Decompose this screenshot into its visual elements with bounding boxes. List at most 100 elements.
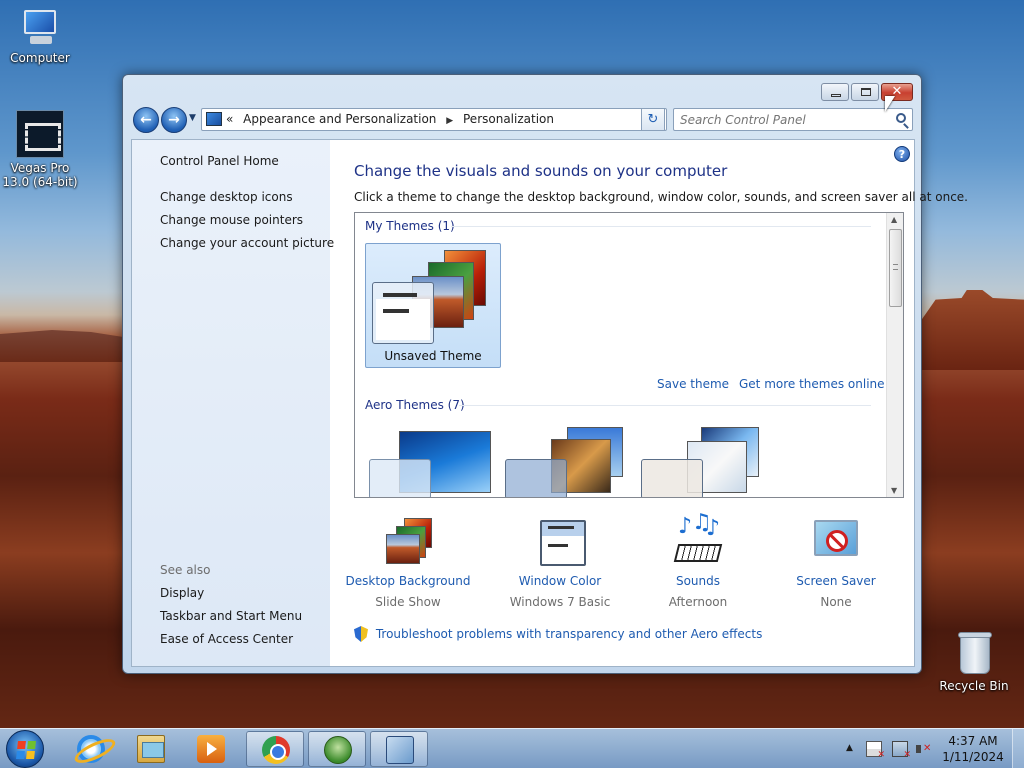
network-icon[interactable] [892, 741, 911, 760]
taskbar-control-panel[interactable] [370, 731, 428, 767]
desktop-icon-vegas-pro[interactable]: Vegas Pro 13.0 (64-bit) [0, 110, 80, 189]
search-input[interactable] [680, 110, 890, 130]
recent-pages-dropdown[interactable]: ▼ [189, 113, 196, 123]
sidebar-change-mouse-pointers[interactable]: Change mouse pointers [160, 213, 303, 227]
breadcrumb-separator-icon[interactable]: ▶ [446, 116, 453, 126]
content-area: Control Panel Home Change desktop icons … [131, 139, 968, 667]
refresh-button[interactable]: ↻ [641, 108, 665, 131]
windows-orb-icon [324, 736, 352, 764]
film-strip-icon [16, 110, 64, 158]
option-label[interactable]: Sounds [628, 574, 768, 588]
folder-icon [137, 735, 165, 763]
navigation-bar: ← → ▼ « Appearance and Personalization ▶… [131, 107, 915, 133]
desktop-icon-recycle-bin[interactable]: Recycle Bin [934, 630, 1014, 693]
window-color-icon [534, 516, 586, 568]
troubleshoot-label[interactable]: Troubleshoot problems with transparency … [376, 627, 763, 641]
themes-list: My Themes (1) Unsaved Theme Save theme G… [354, 212, 904, 498]
clock-time: 4:37 AM [948, 734, 998, 748]
back-button[interactable]: ← [133, 107, 159, 133]
main-panel: ? Change the visuals and sounds on your … [330, 140, 968, 666]
desktop-wallpaper-mesa-left [0, 330, 130, 362]
recycle-bin-icon [956, 630, 992, 676]
sidebar-change-desktop-icons[interactable]: Change desktop icons [160, 190, 293, 204]
get-more-themes-link[interactable]: Get more themes online [739, 377, 885, 391]
option-value: Slide Show [375, 595, 441, 609]
taskbar-windows-explorer[interactable] [122, 731, 180, 767]
option-value: None [820, 595, 852, 609]
scroll-up-icon[interactable]: ▲ [891, 215, 897, 224]
desktop-background-icon [382, 516, 434, 568]
taskbar-chrome[interactable] [246, 731, 304, 767]
troubleshoot-link[interactable]: Troubleshoot problems with transparency … [354, 626, 762, 642]
sounds-icon: ♪ ♫ ♪ [672, 512, 724, 568]
clock-date: 1/11/2024 [942, 750, 1004, 764]
control-panel-icon [386, 736, 414, 764]
desktop-icon-computer[interactable]: Computer [0, 8, 80, 65]
maximize-button[interactable] [851, 83, 879, 101]
breadcrumb-personalization[interactable]: Personalization [463, 112, 554, 126]
action-center-icon[interactable] [866, 741, 885, 760]
control-panel-icon [206, 112, 222, 126]
screen-saver-icon [810, 516, 862, 568]
show-hidden-icons-icon[interactable]: ▲ [846, 743, 853, 753]
address-bar[interactable]: « Appearance and Personalization ▶ Perso… [201, 108, 667, 131]
shield-icon [354, 626, 368, 642]
internet-explorer-icon [77, 735, 105, 763]
desktop-icon-label: Computer [10, 51, 70, 65]
taskbar-media-player[interactable] [182, 731, 240, 767]
group-divider [451, 226, 871, 227]
desktop-icon-label: Recycle Bin [939, 679, 1009, 693]
sidebar: Control Panel Home Change desktop icons … [132, 140, 334, 666]
aero-themes-heading: Aero Themes (7) [365, 398, 465, 412]
option-screen-saver[interactable]: Screen Saver None [766, 516, 906, 609]
volume-muted-icon[interactable] [916, 741, 932, 757]
see-also-heading: See also [160, 563, 211, 577]
see-also-display[interactable]: Display [160, 586, 204, 600]
option-value: Windows 7 Basic [509, 595, 611, 609]
desktop-icon-label: Vegas Pro 13.0 (64-bit) [2, 161, 78, 189]
theme-unsaved[interactable]: Unsaved Theme [365, 243, 501, 368]
option-window-color[interactable]: Window Color Windows 7 Basic [490, 516, 630, 609]
taskbar-internet-explorer[interactable] [62, 731, 120, 767]
media-player-icon [197, 735, 225, 763]
start-button[interactable] [6, 730, 44, 768]
option-label[interactable]: Desktop Background [338, 574, 478, 588]
breadcrumb-appearance[interactable]: Appearance and Personalization [243, 112, 436, 126]
mouse-cursor-icon [885, 96, 895, 112]
breadcrumb-overflow[interactable]: « [226, 112, 233, 126]
theme-name: Unsaved Theme [384, 349, 482, 363]
sidebar-change-account-picture[interactable]: Change your account picture [160, 236, 334, 250]
option-label[interactable]: Window Color [490, 574, 630, 588]
group-divider [459, 405, 871, 406]
see-also-taskbar[interactable]: Taskbar and Start Menu [160, 609, 302, 623]
taskbar-clock[interactable]: 4:37 AM 1/11/2024 [940, 733, 1006, 765]
option-sounds[interactable]: ♪ ♫ ♪ Sounds Afternoon [628, 512, 768, 610]
page-title: Change the visuals and sounds on your co… [354, 162, 728, 180]
option-desktop-background[interactable]: Desktop Background Slide Show [338, 516, 478, 609]
page-description: Click a theme to change the desktop back… [354, 190, 968, 204]
desktop-wallpaper-mesa-right [920, 290, 1024, 370]
themes-scrollbar[interactable]: ▲ ▼ [886, 213, 903, 497]
help-icon[interactable]: ? [894, 146, 910, 162]
forward-button[interactable]: → [161, 107, 187, 133]
scroll-down-icon[interactable]: ▼ [891, 486, 897, 495]
minimize-icon [831, 94, 841, 97]
search-icon[interactable] [896, 113, 906, 123]
my-themes-heading: My Themes (1) [365, 219, 455, 233]
taskbar-windows-media-center[interactable] [308, 731, 366, 767]
option-label[interactable]: Screen Saver [766, 574, 906, 588]
show-desktop-button[interactable] [1012, 729, 1024, 768]
sidebar-control-panel-home[interactable]: Control Panel Home [160, 154, 279, 168]
scroll-thumb[interactable] [889, 229, 902, 307]
search-box [673, 108, 913, 131]
maximize-icon [861, 88, 871, 96]
computer-icon [18, 8, 62, 48]
save-theme-link[interactable]: Save theme [657, 377, 729, 391]
chrome-icon [262, 736, 290, 764]
breadcrumb: « Appearance and Personalization ▶ Perso… [226, 112, 560, 126]
caption-buttons: ✕ [821, 83, 913, 101]
see-also-ease-of-access[interactable]: Ease of Access Center [160, 632, 293, 646]
minimize-button[interactable] [821, 83, 849, 101]
windows-logo-icon [16, 741, 36, 759]
option-value: Afternoon [668, 595, 728, 609]
